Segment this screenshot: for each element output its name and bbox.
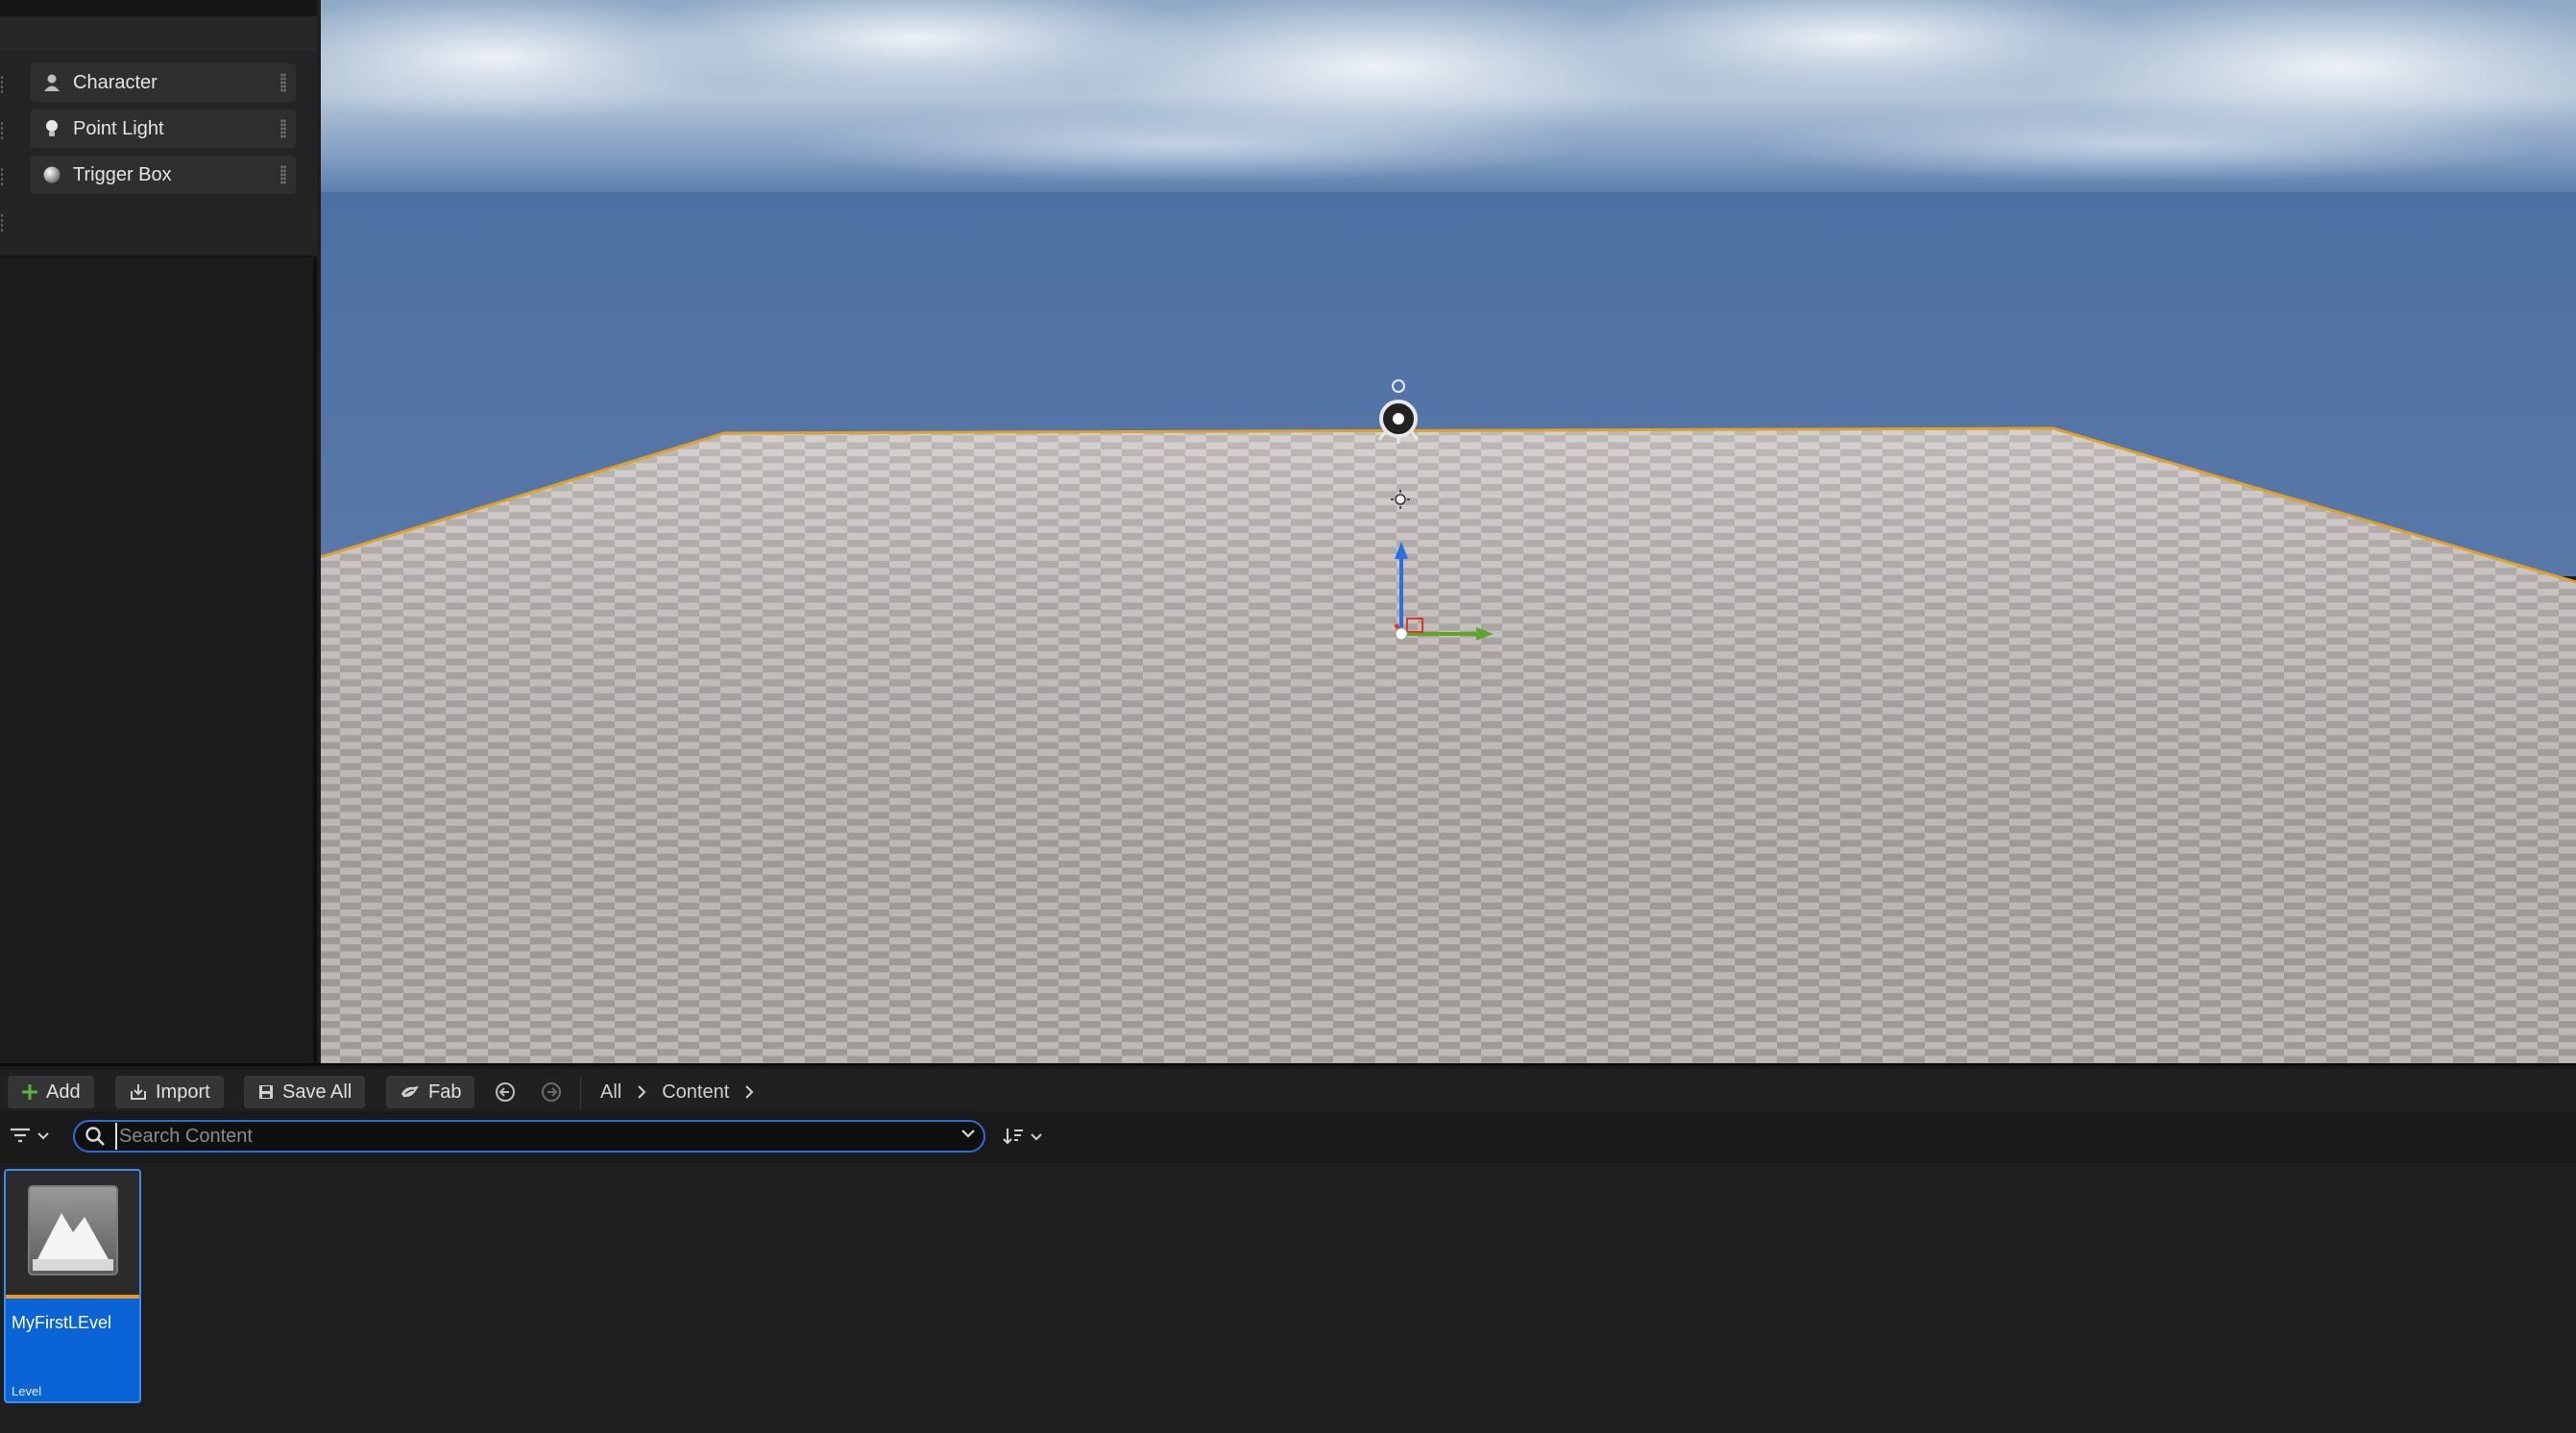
row-grip[interactable] — [0, 121, 4, 140]
import-button[interactable]: Import — [115, 1076, 224, 1108]
character-icon — [42, 73, 61, 92]
fab-button[interactable]: Fab — [386, 1076, 475, 1108]
panel-header — [0, 16, 317, 50]
import-icon — [129, 1083, 148, 1101]
asset-grid[interactable]: MyFirstLEvel Level — [0, 1163, 2576, 1433]
breadcrumb-item-all[interactable]: All — [600, 1081, 621, 1104]
asset-type: Level — [12, 1384, 42, 1398]
actor-label: Trigger Box — [73, 163, 172, 185]
breadcrumb: All Content — [580, 1076, 769, 1108]
panel-tab-strip — [0, 0, 317, 16]
search-input[interactable] — [115, 1123, 941, 1150]
actor-label: Point Light — [73, 117, 164, 139]
filter-icon — [10, 1127, 31, 1149]
filter-button[interactable] — [10, 1123, 58, 1152]
drag-handle-icon[interactable] — [280, 73, 286, 92]
actor-item-character[interactable]: Character — [31, 63, 296, 102]
search-box[interactable] — [73, 1120, 985, 1153]
fab-icon — [400, 1084, 421, 1100]
sort-icon — [1003, 1127, 1024, 1151]
add-button[interactable]: Add — [8, 1076, 94, 1108]
content-browser-toolbar: Add Import Save All Fab All Content — [0, 1069, 2576, 1111]
asset-tile[interactable]: MyFirstLEvel Level — [4, 1169, 141, 1403]
drag-handle-icon[interactable] — [280, 165, 286, 184]
level-viewport[interactable] — [321, 0, 2576, 1063]
add-label: Add — [46, 1081, 81, 1103]
level-icon — [27, 1184, 119, 1281]
actor-label: Character — [73, 71, 158, 93]
fab-label: Fab — [428, 1081, 462, 1103]
save-all-label: Save All — [282, 1081, 352, 1103]
import-label: Import — [156, 1081, 210, 1103]
row-grip[interactable] — [0, 75, 4, 94]
chevron-down-icon[interactable] — [960, 1129, 976, 1140]
sort-button[interactable] — [1003, 1125, 1051, 1152]
save-icon — [257, 1083, 275, 1101]
chevron-right-icon[interactable] — [744, 1085, 754, 1099]
lightbulb-icon — [42, 119, 61, 138]
back-arrow-icon[interactable] — [494, 1081, 517, 1104]
chevron-down-icon — [1030, 1129, 1043, 1147]
place-actors-panel: Character Point Light Trigger Box — [0, 0, 317, 1063]
actor-item-trigger-box[interactable]: Trigger Box — [31, 156, 296, 194]
content-browser: Add Import Save All Fab All Content Sear… — [0, 1063, 2576, 1433]
search-row — [0, 1117, 2576, 1159]
sphere-icon — [42, 165, 61, 184]
chevron-right-icon[interactable] — [637, 1085, 646, 1099]
actor-list: Character Point Light Trigger Box — [0, 50, 317, 257]
row-grip[interactable] — [0, 213, 4, 232]
asset-name: MyFirstLEvel — [12, 1313, 112, 1332]
viewport-scene[interactable] — [321, 0, 2576, 1063]
actor-item-point-light[interactable]: Point Light — [31, 109, 296, 148]
forward-arrow-icon[interactable] — [540, 1081, 563, 1104]
save-all-button[interactable]: Save All — [244, 1076, 366, 1108]
chevron-down-icon — [36, 1129, 50, 1146]
search-icon — [85, 1126, 106, 1147]
drag-handle-icon[interactable] — [280, 119, 286, 138]
plus-icon — [21, 1083, 38, 1101]
breadcrumb-item-content[interactable]: Content — [662, 1081, 729, 1104]
asset-thumbnail — [6, 1171, 139, 1299]
row-grip[interactable] — [0, 167, 4, 186]
